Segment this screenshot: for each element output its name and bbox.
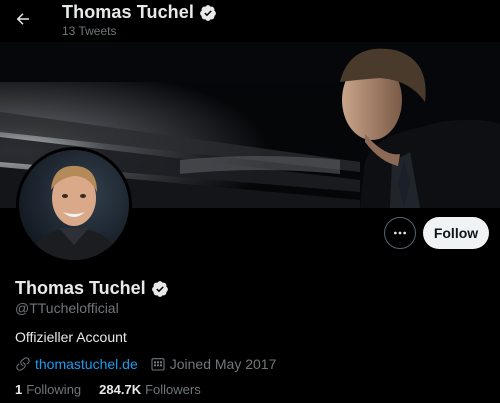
following-link[interactable]: 1 Following xyxy=(15,382,81,397)
website-item: thomastuchel.de xyxy=(15,356,138,372)
followers-count: 284.7K xyxy=(99,382,142,397)
tweet-count: 13 Tweets xyxy=(62,24,117,38)
profile-avatar[interactable] xyxy=(16,147,132,263)
header-title-row: Thomas Tuchel xyxy=(62,2,217,23)
profile-stats: 1 Following 284.7K Followers xyxy=(15,382,219,397)
verified-badge-icon xyxy=(151,280,169,298)
link-icon xyxy=(16,357,30,371)
avatar-image xyxy=(19,150,129,260)
arrow-left-icon xyxy=(16,13,29,25)
calendar-icon xyxy=(151,358,165,371)
follow-button[interactable]: Follow xyxy=(423,217,489,249)
joined-date: Joined May 2017 xyxy=(169,356,277,372)
following-count: 1 xyxy=(15,382,23,397)
verified-badge-icon xyxy=(199,4,217,22)
top-bar: Thomas Tuchel 13 Tweets xyxy=(0,0,500,42)
display-name: Thomas Tuchel xyxy=(15,278,146,298)
header-name: Thomas Tuchel xyxy=(62,2,194,22)
profile-meta-row: thomastuchel.de Joined May 2017 xyxy=(15,356,288,372)
followers-link[interactable]: 284.7K Followers xyxy=(99,382,201,397)
more-options-button[interactable] xyxy=(384,217,416,249)
followers-label: Followers xyxy=(145,382,201,397)
profile-handle: @TTuchelofficial xyxy=(15,300,119,316)
joined-item: Joined May 2017 xyxy=(150,356,277,372)
profile-name-row: Thomas Tuchel xyxy=(15,278,169,299)
following-label: Following xyxy=(26,382,82,397)
more-horizontal-icon xyxy=(394,231,406,235)
back-button[interactable] xyxy=(8,4,38,34)
website-link[interactable]: thomastuchel.de xyxy=(35,356,138,372)
profile-bio: Offizieller Account xyxy=(15,329,127,345)
